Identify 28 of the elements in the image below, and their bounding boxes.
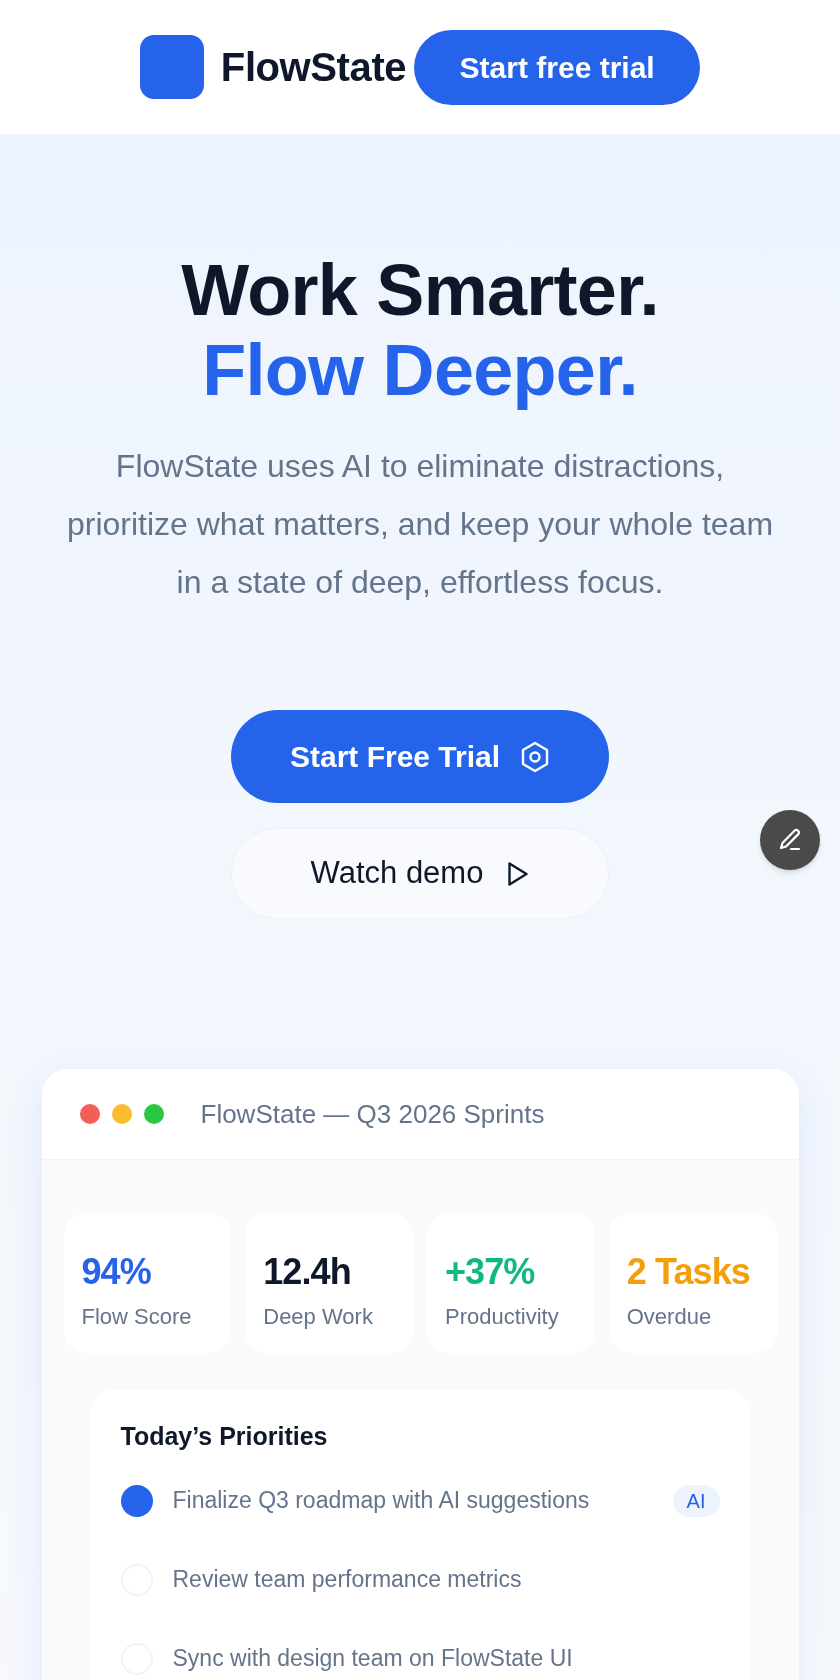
window-control-icon xyxy=(79,1104,100,1124)
hero-description: FlowState uses AI to eliminate distractions, prioritize what matters, and keep your whole team in a state of deep, effortless focus. xyxy=(65,447,775,602)
headline-highlight: Flow Deeper. xyxy=(202,330,638,410)
window-title: FlowState — Q3 2026 Sprints xyxy=(200,1097,545,1131)
stat-label: Overdue xyxy=(626,1303,713,1331)
priority-task: Review team performance metrics xyxy=(172,1565,522,1595)
start-trial-button[interactable]: Start free trial xyxy=(414,29,701,105)
priority-task: Sync with design team on FlowState UI xyxy=(172,1644,573,1674)
play-icon xyxy=(507,860,530,887)
watch-demo-button[interactable]: Watch demo xyxy=(231,828,609,919)
hexagon-icon xyxy=(520,740,551,773)
window-control-icon xyxy=(111,1104,132,1124)
stat-label: Flow Score xyxy=(81,1303,193,1331)
headline: Work Smarter. xyxy=(181,250,659,330)
start-free-trial-button[interactable]: Start Free Trial xyxy=(231,710,609,803)
brand-name: FlowState xyxy=(220,47,407,87)
priorities-title: Today’s Priorities xyxy=(120,1421,329,1451)
priority-task: Finalize Q3 roadmap with AI suggestions xyxy=(172,1486,590,1516)
stat-label: Productivity xyxy=(445,1303,560,1331)
window-control-icon xyxy=(143,1104,164,1124)
logo-icon xyxy=(139,35,204,99)
stat-value: 12.4h xyxy=(263,1250,352,1294)
stat-value: 2 Tasks xyxy=(626,1250,751,1294)
pencil-icon xyxy=(778,828,802,852)
ai-tag: AI xyxy=(672,1484,720,1517)
stat-label: Deep Work xyxy=(263,1303,374,1331)
stat-value: +37% xyxy=(445,1250,536,1294)
stat-value: 94% xyxy=(81,1250,152,1294)
